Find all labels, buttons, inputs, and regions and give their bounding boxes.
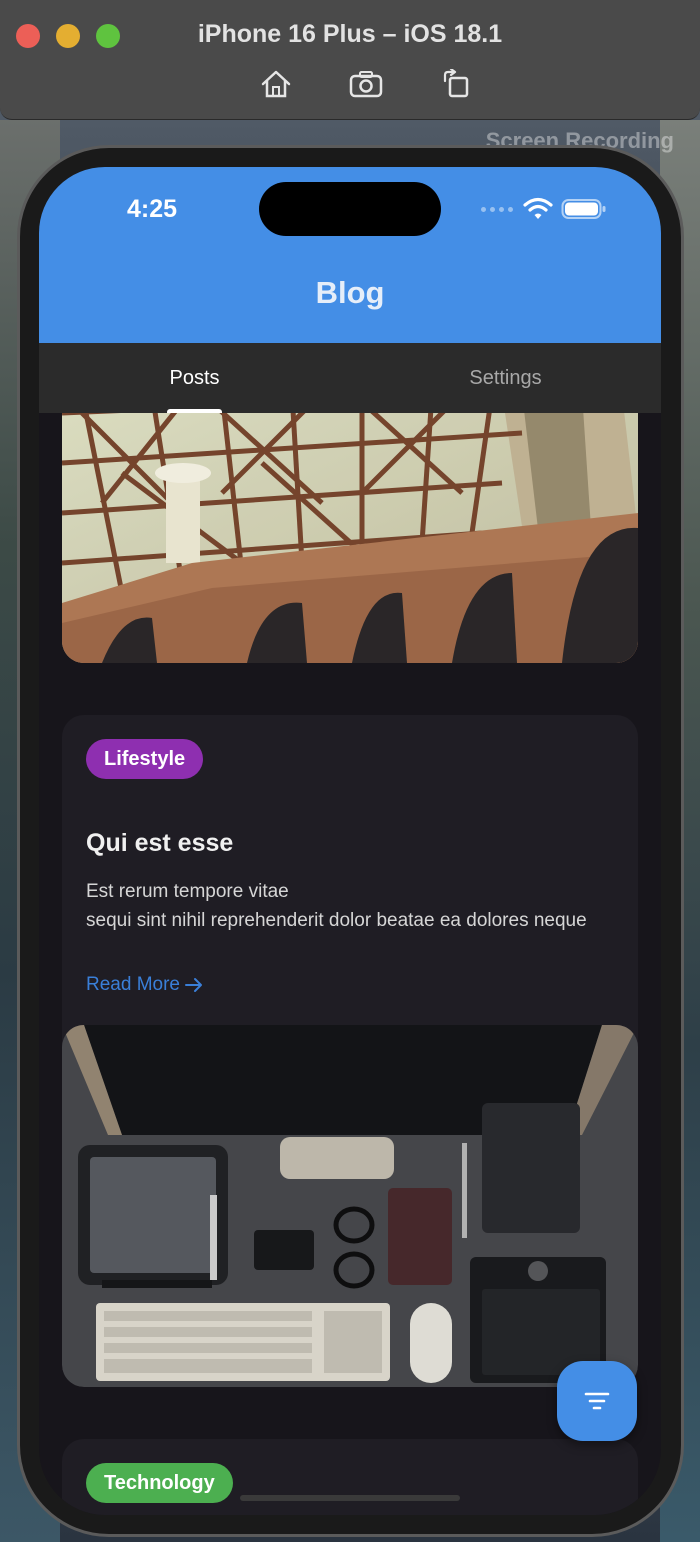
post-excerpt-line-1: Est rerum tempore vitae (86, 881, 289, 902)
page-title: Blog (315, 275, 385, 310)
wifi-icon (523, 197, 553, 226)
post-card[interactable]: Technology (62, 1439, 638, 1515)
post-card[interactable]: Lifestyle Qui est esse Est rerum tempore… (62, 715, 638, 1387)
category-label: Lifestyle (104, 747, 186, 770)
tab-posts[interactable]: Posts (39, 343, 350, 413)
filter-icon (584, 1392, 610, 1410)
post-image-bridge[interactable] (62, 413, 638, 663)
filter-button[interactable] (557, 1361, 637, 1441)
rotate-icon[interactable] (438, 66, 474, 102)
battery-icon (561, 197, 607, 226)
category-badge: Technology (86, 1463, 233, 1503)
category-badge: Lifestyle (86, 739, 204, 779)
read-more-link[interactable]: Read More (86, 974, 204, 996)
post-excerpt-line-2: sequi sint nihil reprehenderit dolor bea… (86, 910, 587, 931)
status-time: 4:25 (127, 195, 178, 223)
post-excerpt: Est rerum tempore vitae sequi sint nihil… (86, 877, 616, 935)
phone-screen: 4:25 Blog Posts Settings Lifestyle Qui e… (39, 167, 661, 1515)
tab-settings-label: Settings (469, 366, 542, 389)
post-image-desk[interactable] (62, 1025, 638, 1387)
post-title: Qui est esse (86, 829, 234, 857)
dynamic-island (259, 182, 441, 236)
simulator-title: iPhone 16 Plus – iOS 18.1 (197, 20, 503, 48)
arrow-right-icon (185, 978, 202, 992)
app-bar: 4:25 Blog (39, 167, 661, 343)
tab-settings[interactable]: Settings (350, 343, 661, 413)
cellular-signal-icon (481, 207, 513, 212)
category-label: Technology (104, 1471, 215, 1494)
posts-list[interactable]: Lifestyle Qui est esse Est rerum tempore… (39, 413, 661, 1515)
tab-bar: Posts Settings (39, 343, 661, 413)
home-indicator[interactable] (240, 1495, 460, 1501)
read-more-label: Read More (86, 974, 180, 995)
simulator-title-bar: iPhone 16 Plus – iOS 18.1 (0, 0, 700, 120)
tab-posts-label: Posts (169, 366, 220, 389)
screenshot-icon[interactable] (348, 66, 384, 102)
home-icon[interactable] (258, 66, 294, 102)
